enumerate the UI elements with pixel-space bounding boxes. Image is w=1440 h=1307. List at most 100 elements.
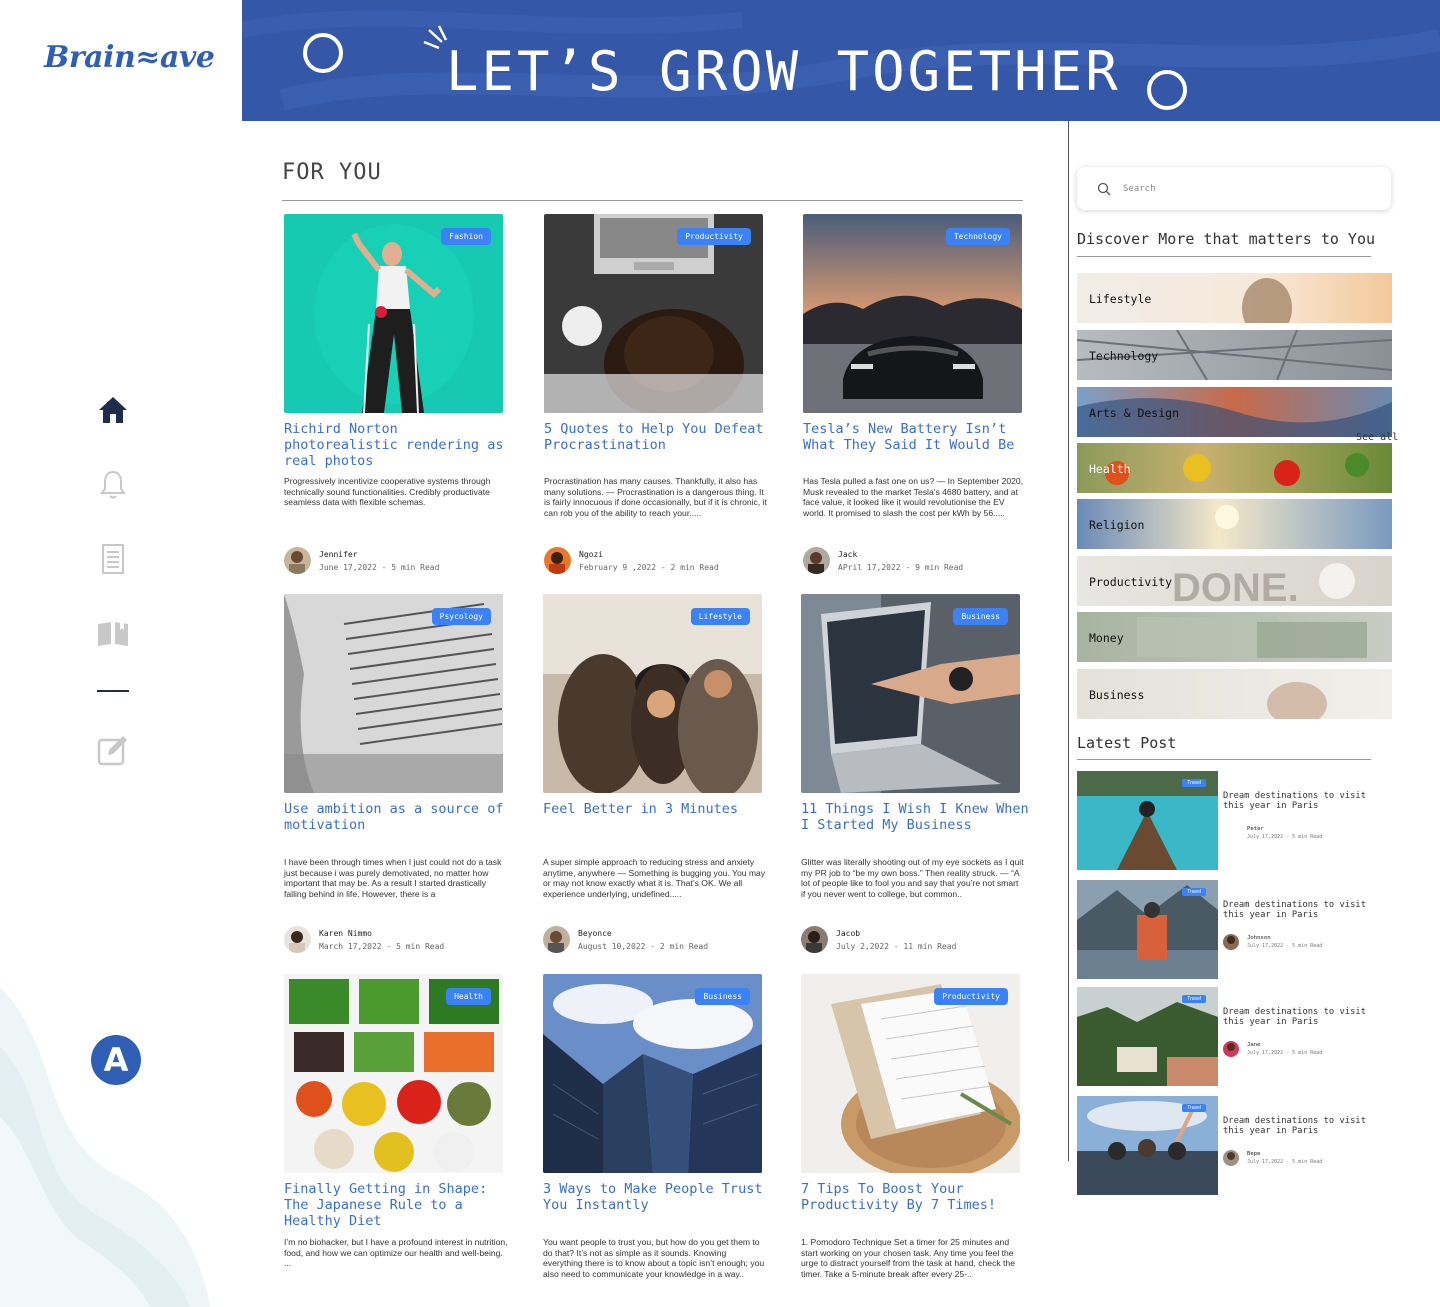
search-box[interactable]: Search [1077, 167, 1391, 210]
post-image[interactable]: Productivity [801, 974, 1020, 1173]
topic-technology[interactable]: Technology [1077, 330, 1392, 380]
see-all-link[interactable]: See all [1356, 432, 1398, 443]
category-tag[interactable]: Business [953, 608, 1008, 625]
post-title[interactable]: 3 Ways to Make People Trust You Instantl… [543, 1181, 773, 1229]
post-card[interactable]: Health Finally Getting in Shape: The Jap… [284, 974, 514, 1268]
brand-logo[interactable]: Brain≈ave [44, 40, 215, 75]
post-meta: July 17,2022 - 5 min Read [1247, 943, 1323, 949]
latest-post-image[interactable]: Travel [1077, 880, 1218, 979]
category-tag[interactable]: Lifestyle [690, 608, 750, 625]
category-tag[interactable]: Health [446, 988, 491, 1005]
category-tag[interactable]: Productivity [934, 988, 1008, 1005]
post-title[interactable]: Richird Norton photorealistic rendering … [284, 421, 514, 469]
section-divider [282, 200, 1023, 201]
topic-label: Arts & Design [1089, 406, 1180, 420]
post-excerpt: You want people to trust you, but how do… [543, 1237, 765, 1279]
bell-icon[interactable] [96, 468, 130, 502]
author-name[interactable]: Peter [1247, 826, 1322, 832]
post-image[interactable]: Health [284, 974, 503, 1173]
post-card[interactable]: Fashion Richird Norton photorealistic re… [284, 214, 514, 574]
latest-title: Latest Post [1077, 734, 1177, 752]
topic-lifestyle[interactable]: Lifestyle [1077, 273, 1392, 323]
author-avatar [543, 926, 570, 953]
post-image[interactable]: Lifestyle [543, 594, 762, 793]
section-title: FOR YOU [282, 160, 382, 185]
author-avatar [284, 926, 311, 953]
latest-post-title[interactable]: Dream destinations to visit this year in… [1223, 791, 1377, 811]
post-meta: July 17,2022 - 5 min Read [1247, 834, 1323, 840]
post-card[interactable]: Technology Tesla’s New Battery Isn’t Wha… [803, 214, 1033, 574]
category-tag[interactable]: Psycology [431, 608, 491, 625]
post-title[interactable]: 5 Quotes to Help You Defeat Procrastinat… [544, 421, 774, 469]
post-title[interactable]: Use ambition as a source of motivation [284, 801, 514, 849]
latest-post-title[interactable]: Dream destinations to visit this year in… [1223, 1007, 1377, 1027]
author-name[interactable]: Beyonce [578, 929, 708, 938]
post-title[interactable]: 11 Things I Wish I Knew When I Started M… [801, 801, 1031, 849]
post-title[interactable]: 7 Tips To Boost Your Productivity By 7 T… [801, 1181, 1031, 1229]
hero-banner: LET’S GROW TOGETHER [242, 0, 1440, 121]
topic-label: Health [1089, 462, 1131, 476]
post-image[interactable]: Productivity [544, 214, 763, 413]
book-icon[interactable] [96, 616, 130, 650]
category-tag[interactable]: Travel [1182, 888, 1206, 896]
post-card[interactable]: Business 11 Things I Wish I Knew When I … [801, 594, 1031, 953]
latest-post-title[interactable]: Dream destinations to visit this year in… [1223, 900, 1377, 920]
author-name[interactable]: Jane [1247, 1042, 1322, 1048]
topic-religion[interactable]: Religion [1077, 499, 1392, 549]
author-name[interactable]: Johnson [1247, 935, 1322, 941]
post-title[interactable]: Tesla’s New Battery Isn’t What They Said… [803, 421, 1033, 469]
edit-icon[interactable] [96, 733, 130, 767]
author-name[interactable]: Karen Nimmo [319, 929, 444, 938]
post-image[interactable]: Technology [803, 214, 1022, 413]
post-image[interactable]: Fashion [284, 214, 503, 413]
author-avatar [801, 926, 828, 953]
author-name[interactable]: Ngozi [579, 550, 719, 559]
document-icon[interactable] [96, 542, 130, 576]
category-tag[interactable]: Travel [1182, 779, 1206, 787]
post-card[interactable]: Productivity 5 Quotes to Help You Defeat… [544, 214, 774, 574]
post-card[interactable]: Business 3 Ways to Make People Trust You… [543, 974, 773, 1279]
post-card[interactable]: Psycology Use ambition as a source of mo… [284, 594, 514, 953]
category-tag[interactable]: Travel [1182, 995, 1206, 1003]
category-tag[interactable]: Productivity [677, 228, 751, 245]
category-tag[interactable]: Travel [1182, 1104, 1206, 1112]
category-tag[interactable]: Fashion [441, 228, 491, 245]
author-name[interactable]: Jennifer [319, 550, 439, 559]
latest-post-image[interactable]: Travel [1077, 987, 1218, 1086]
discover-title: Discover More that matters to You [1077, 230, 1376, 248]
topic-health[interactable]: Health [1077, 443, 1392, 493]
latest-post[interactable]: Travel Dream destinations to visit this … [1077, 771, 1377, 871]
author-name[interactable]: Bepe [1247, 1151, 1322, 1157]
post-excerpt: I’m no biohacker, but I have a profound … [284, 1237, 508, 1269]
category-tag[interactable]: Technology [945, 228, 1010, 245]
post-title[interactable]: Finally Getting in Shape: The Japanese R… [284, 1181, 514, 1229]
latest-post[interactable]: Travel Dream destinations to visit this … [1077, 987, 1377, 1087]
author-avatar [544, 547, 571, 574]
latest-post-image[interactable]: Travel [1077, 1096, 1218, 1195]
topic-arts-design[interactable]: Arts & Design [1077, 387, 1392, 437]
sidebar: Brain≈ave A [0, 0, 242, 1307]
post-meta: March 17,2022 - 5 min Read [319, 941, 445, 951]
post-card[interactable]: Lifestyle Feel Better in 3 Minutes A sup… [543, 594, 773, 953]
author-name[interactable]: Jack [838, 550, 963, 559]
category-tag[interactable]: Business [695, 988, 750, 1005]
author-name[interactable]: Jacob [836, 929, 956, 938]
search-input[interactable]: Search [1123, 184, 1156, 194]
latest-post[interactable]: Travel Dream destinations to visit this … [1077, 880, 1377, 980]
latest-post-image[interactable]: Travel [1077, 771, 1218, 870]
post-image[interactable]: Business [801, 594, 1020, 793]
home-icon[interactable] [96, 393, 130, 427]
latest-post-title[interactable]: Dream destinations to visit this year in… [1223, 1116, 1377, 1136]
post-image[interactable]: Business [543, 974, 762, 1173]
post-image[interactable]: Psycology [284, 594, 503, 793]
post-author: Jack APril 17,2022 - 9 min Read [803, 547, 963, 574]
topic-money[interactable]: Money [1077, 612, 1392, 662]
post-excerpt: Progressively incentivize cooperative sy… [284, 476, 491, 508]
post-title[interactable]: Feel Better in 3 Minutes [543, 801, 773, 849]
latest-post[interactable]: Travel Dream destinations to visit this … [1077, 1096, 1377, 1196]
post-author: Ngozi February 9 ,2022 - 2 min Read [544, 547, 719, 574]
post-card[interactable]: Productivity 7 Tips To Boost Your Produc… [801, 974, 1031, 1279]
topic-business[interactable]: Business [1077, 669, 1392, 719]
topic-label: Money [1089, 631, 1124, 645]
topic-productivity[interactable]: DONE. Productivity [1077, 556, 1392, 606]
